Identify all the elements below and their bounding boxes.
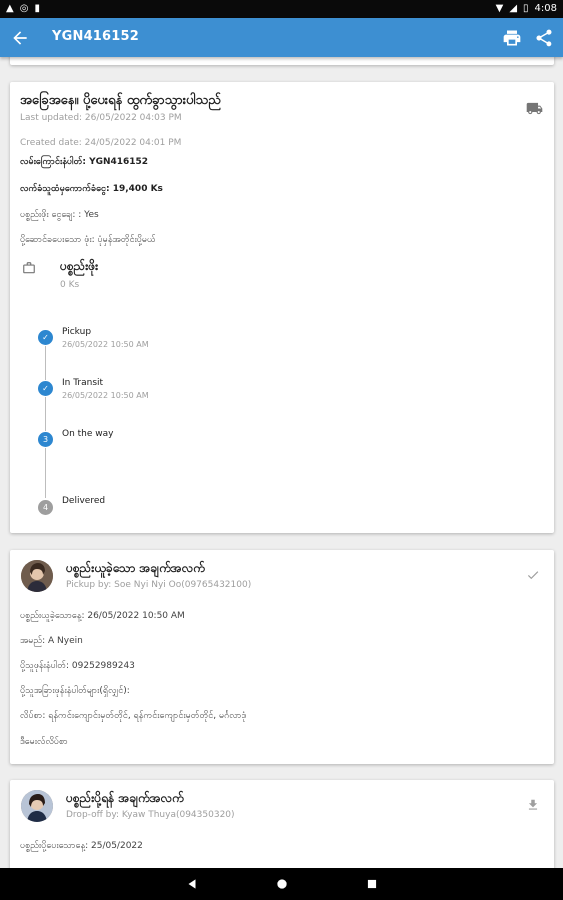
pickup-card-title: ပစ္စည်းယူခဲ့သော အချက်အလက် (66, 561, 205, 575)
timeline-connector (45, 346, 46, 380)
sender-other-phones: ပို့သူအခြားဖုန်းနံပါတ်များ(ရှိလျှင်): (20, 686, 130, 696)
wifi-icon: ▼ (495, 3, 504, 14)
pickup-by: Pickup by: Soe Nyi Nyi Oo(09765432100) (66, 580, 252, 590)
fee-title: ပစ္စည်းဖိုး (60, 259, 99, 273)
back-arrow-icon[interactable] (10, 28, 30, 48)
nav-recents-icon[interactable] (365, 877, 379, 891)
app-bar: YGN416152 (0, 18, 563, 57)
timeline-connector (45, 397, 46, 431)
fee-value: 0 Ks (60, 280, 80, 290)
dropoff-date: ပစ္စည်းပို့ပေးသောနေ့: 25/05/2022 (20, 841, 143, 851)
previous-card (10, 57, 554, 65)
delivery-payer: ပို့ဆောင်ခပေးသော ဖုံး: ပုံမှန်အတိုင်းပို… (20, 235, 156, 245)
collect-amount: လက်ခံသူထံမှကောက်ခံငွေ: 19,400 Ks (20, 184, 163, 194)
step-4-number: 4 (38, 500, 53, 515)
warning-icon: ▲ (6, 3, 14, 14)
dropoff-info-card: ပစ္စည်းပို့ရန် အချက်အလက် Drop-off by: Ky… (10, 780, 554, 868)
pickup-info-card: ပစ္စည်းယူခဲ့သော အချက်အလက် Pickup by: Soe… (10, 550, 554, 764)
sender-phone: ပို့သူဖုန်းနံပါတ်: 09252989243 (20, 661, 135, 671)
sim-card-icon: ▮ (34, 3, 40, 14)
cell-signal-icon: ◢ (509, 3, 518, 14)
tracking-number: လမ်းကြောင်းနံပါတ်: YGN416152 (20, 157, 149, 167)
status-title: အခြေအနေ။ ပို့ပေးရန် ထွက်ခွာသွားပါသည် (20, 93, 221, 108)
timeline-connector (45, 448, 46, 498)
check-icon (527, 571, 539, 580)
step-1-date: 26/05/2022 10:50 AM (62, 340, 149, 349)
step-1-check-icon: ✓ (38, 330, 53, 345)
dropoff-card-title: ပစ္စည်းပို့ရန် အချက်အလက် (66, 791, 184, 805)
step-2-check-icon: ✓ (38, 381, 53, 396)
step-3-number: 3 (38, 432, 53, 447)
pickup-date: ပစ္စည်းယူခဲ့သောနေ့: 26/05/2022 10:50 AM (20, 611, 185, 621)
package-icon (23, 262, 35, 274)
clock: 4:08 (534, 3, 557, 14)
truck-icon (526, 102, 543, 115)
dropoff-by: Drop-off by: Kyaw Thuya(094350320) (66, 810, 235, 820)
status-bar: ▲ ◎ ▮ ▼ ◢ ▯ 4:08 (0, 0, 563, 18)
last-updated: Last updated: 26/05/2022 04:03 PM (20, 113, 182, 123)
step-2-label: In Transit (62, 378, 104, 388)
nav-home-icon[interactable] (275, 877, 289, 891)
created-date: Created date: 24/05/2022 04:01 PM (20, 138, 182, 148)
step-4-label: Delivered (62, 496, 106, 506)
page-title: YGN416152 (52, 29, 140, 44)
shipment-status-card: အခြေအနေ။ ပို့ပေးရန် ထွက်ခွာသွားပါသည် Las… (10, 82, 554, 533)
print-icon[interactable] (502, 28, 522, 48)
sender-name: အမည်: A Nyein (20, 636, 83, 646)
battery-icon: ▯ (523, 3, 529, 14)
download-icon[interactable] (526, 798, 540, 812)
step-1-label: Pickup (62, 327, 92, 337)
dropoff-courier-avatar (21, 790, 53, 822)
system-nav-bar (0, 868, 563, 900)
step-2-date: 26/05/2022 10:50 AM (62, 391, 149, 400)
step-3-label: On the way (62, 429, 114, 439)
content-scroll[interactable]: အခြေအနေ။ ပို့ပေးရန် ထွက်ခွာသွားပါသည် Las… (0, 57, 563, 868)
share-icon[interactable] (534, 28, 554, 48)
pickup-courier-avatar (21, 560, 53, 592)
nav-back-icon[interactable] (185, 877, 199, 891)
sync-icon: ◎ (19, 3, 29, 14)
sender-email: ဒီမေးလ်လိပ်စာ (20, 737, 68, 747)
sender-address: လိပ်စာ: ရန်ကင်းကျောင်းမှတ်တိုင်, ရန်ကင်း… (20, 711, 247, 721)
prepaid-status: ပစ္စည်းဖိုး ငွေချေ: : Yes (20, 210, 99, 220)
